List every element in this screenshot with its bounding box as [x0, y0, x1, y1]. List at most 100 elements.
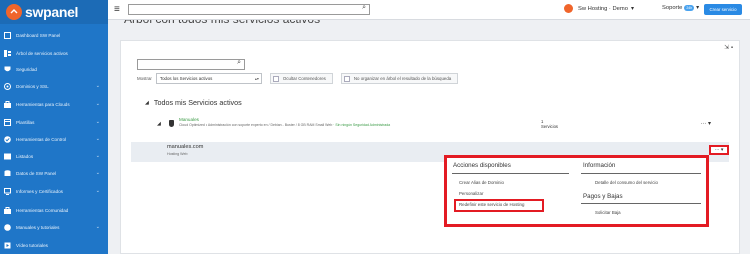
service-name[interactable]: Manuales	[179, 117, 199, 122]
sidebar-item-community[interactable]: Herramientas Comunidad	[0, 203, 108, 217]
sidebar-item-label: Dashboard SW Panel	[16, 32, 61, 38]
list-icon	[4, 153, 11, 160]
sidebar-item-reports[interactable]: Informes y Certificados ⌄	[0, 184, 108, 198]
card-toolbar: ⇲ ▪	[724, 44, 733, 51]
sidebar-item-dashboard[interactable]: Dashboard SW Panel	[0, 28, 108, 42]
check-circle-icon	[4, 135, 11, 143]
support-label: Soporte	[662, 5, 683, 11]
sidebar: swpanel Dashboard SW Panel Árbol de serv…	[0, 0, 108, 254]
chevron-down-icon: ⌄	[95, 224, 100, 230]
actions-dropdown: Acciones disponibles Crear Alias de Domi…	[444, 155, 709, 227]
toolbox-icon	[4, 100, 11, 108]
sidebar-item-label: Manuales y tutoriales	[16, 224, 60, 230]
search-icon[interactable]: ⌕	[362, 4, 366, 12]
collapse-icon[interactable]: ◢	[145, 100, 149, 106]
sidebar-item-label: Dominios y SSL	[16, 83, 49, 89]
sidebar-item-data[interactable]: Datos de SW Panel ⌄	[0, 166, 108, 180]
book-icon	[4, 223, 11, 231]
menu-item-consumption-detail[interactable]: Detalle del consumo del servicio	[595, 180, 658, 185]
shield-icon	[4, 66, 11, 73]
chevron-down-icon: ▾	[630, 5, 634, 12]
billing-title: Pagos y Bajas	[583, 193, 623, 200]
search-icon[interactable]: ⌕	[237, 59, 241, 67]
show-label: Mostrar	[137, 76, 152, 81]
avatar	[564, 4, 573, 13]
filter-bar: Mostrar Todos los Servicios activos ▴▾ O…	[137, 73, 459, 84]
menu-toggle-icon[interactable]: ≡	[114, 4, 120, 15]
sidebar-item-label: Listados	[16, 153, 34, 159]
sidebar-item-label: Datos de SW Panel	[16, 170, 57, 176]
sidebar-item-security[interactable]: Seguridad	[0, 62, 108, 76]
user-menu[interactable]: Sw Hosting · Demo ▾	[564, 4, 634, 13]
sidebar-item-manuals[interactable]: Manuales y tutoriales ⌄	[0, 220, 108, 234]
tree-title: Todos mis Servicios activos	[153, 98, 242, 107]
create-service-button[interactable]: Crear servicio	[704, 4, 742, 15]
info-title: Información	[583, 162, 616, 169]
sidebar-item-domains[interactable]: Dominios y SSL ⌄	[0, 79, 108, 93]
sidebar-item-label: Plantillas	[16, 119, 35, 125]
service-actions-button[interactable]: ··· ▾	[700, 120, 711, 127]
sidebar-item-listings[interactable]: Listados ⌄	[0, 149, 108, 163]
chevron-down-icon: ⌄	[95, 153, 100, 159]
sidebar-item-label: Herramientas de Control	[16, 136, 67, 142]
chevron-down-icon: ⌄	[95, 101, 100, 107]
community-icon	[4, 206, 11, 214]
tree-icon	[4, 49, 11, 57]
service-row[interactable]: ◢ Manuales Cloud Optimized • Administrac…	[155, 117, 717, 137]
template-icon	[4, 118, 11, 126]
divider	[581, 203, 701, 204]
database-icon	[4, 169, 11, 177]
chevron-down-icon: ⌄	[95, 83, 100, 89]
shield-icon	[169, 120, 174, 127]
sidebar-item-videos[interactable]: Vídeo tutoriales	[0, 238, 108, 252]
chevron-down-icon: ⌄	[95, 136, 100, 142]
sidebar-item-label: Seguridad	[16, 66, 37, 72]
sidebar-item-cloud-tools[interactable]: Herramientas para Clouds ⌄	[0, 97, 108, 111]
tree-root[interactable]: ◢ Todos mis Servicios activos	[145, 98, 242, 107]
checkbox-box[interactable]	[343, 75, 350, 82]
sidebar-item-templates[interactable]: Plantillas ⌄	[0, 115, 108, 129]
domain-name[interactable]: manuales.com	[167, 144, 203, 150]
services-filter-select[interactable]: Todos los Servicios activos ▴▾	[155, 73, 262, 84]
service-status: · Sin ningún Seguridad Administrada	[333, 123, 391, 127]
menu-item-create-alias[interactable]: Crear Alias de Dominio	[459, 180, 504, 185]
domain-icon	[4, 82, 11, 90]
video-icon	[4, 242, 11, 249]
dashboard-icon	[4, 31, 11, 39]
sidebar-item-label: Árbol de servicios activos	[16, 50, 68, 56]
chevron-down-icon: ⌄	[95, 170, 100, 176]
support-menu[interactable]: Soporte 24h ▾	[662, 5, 699, 11]
checkbox-box[interactable]	[272, 75, 279, 82]
service-count: 1 Servicios	[541, 119, 558, 129]
collapse-icon[interactable]: ◢	[157, 121, 161, 127]
hide-containers-checkbox[interactable]: Ocultar Contenedores	[269, 73, 333, 84]
chevron-down-icon: ▾	[696, 5, 700, 11]
divider	[581, 173, 701, 174]
support-badge: 24h	[684, 5, 695, 11]
no-tree-checkbox[interactable]: No organizar en árbol el resultado de la…	[340, 73, 459, 84]
menu-item-customize[interactable]: Personalizar	[459, 191, 483, 196]
user-label: Sw Hosting · Demo	[578, 5, 628, 12]
chevron-down-icon: ⌄	[95, 188, 100, 194]
sidebar-item-tree[interactable]: Árbol de servicios activos	[0, 46, 108, 60]
highlight-box	[454, 199, 544, 212]
brand-name: swpanel	[25, 4, 79, 20]
document-icon[interactable]: ▪	[731, 45, 733, 51]
sidebar-item-label: Herramientas para Clouds	[16, 101, 70, 107]
sidebar-item-control-tools[interactable]: Herramientas de Control ⌄	[0, 132, 108, 146]
sidebar-item-label: Vídeo tutoriales	[16, 242, 48, 248]
chevron-down-icon: ⌄	[95, 119, 100, 125]
global-search-input[interactable]: ⌕	[128, 4, 370, 15]
report-icon	[4, 187, 11, 195]
expand-icon[interactable]: ⇲	[724, 45, 729, 51]
menu-item-request-cancellation[interactable]: Solicitar Baja	[595, 210, 621, 215]
divider	[452, 173, 569, 174]
tree-search-input[interactable]: ⌕	[137, 59, 245, 70]
sidebar-item-label: Herramientas Comunidad	[16, 207, 69, 213]
domain-actions-button[interactable]: ··· ▾	[709, 145, 729, 155]
sidebar-item-label: Informes y Certificados	[16, 188, 63, 194]
topbar: ≡ ⌕ Sw Hosting · Demo ▾ Soporte 24h ▾ Cr…	[108, 0, 750, 20]
available-actions-title: Acciones disponibles	[453, 162, 511, 169]
brand[interactable]: swpanel	[0, 0, 108, 24]
brand-logo-icon	[6, 4, 22, 20]
